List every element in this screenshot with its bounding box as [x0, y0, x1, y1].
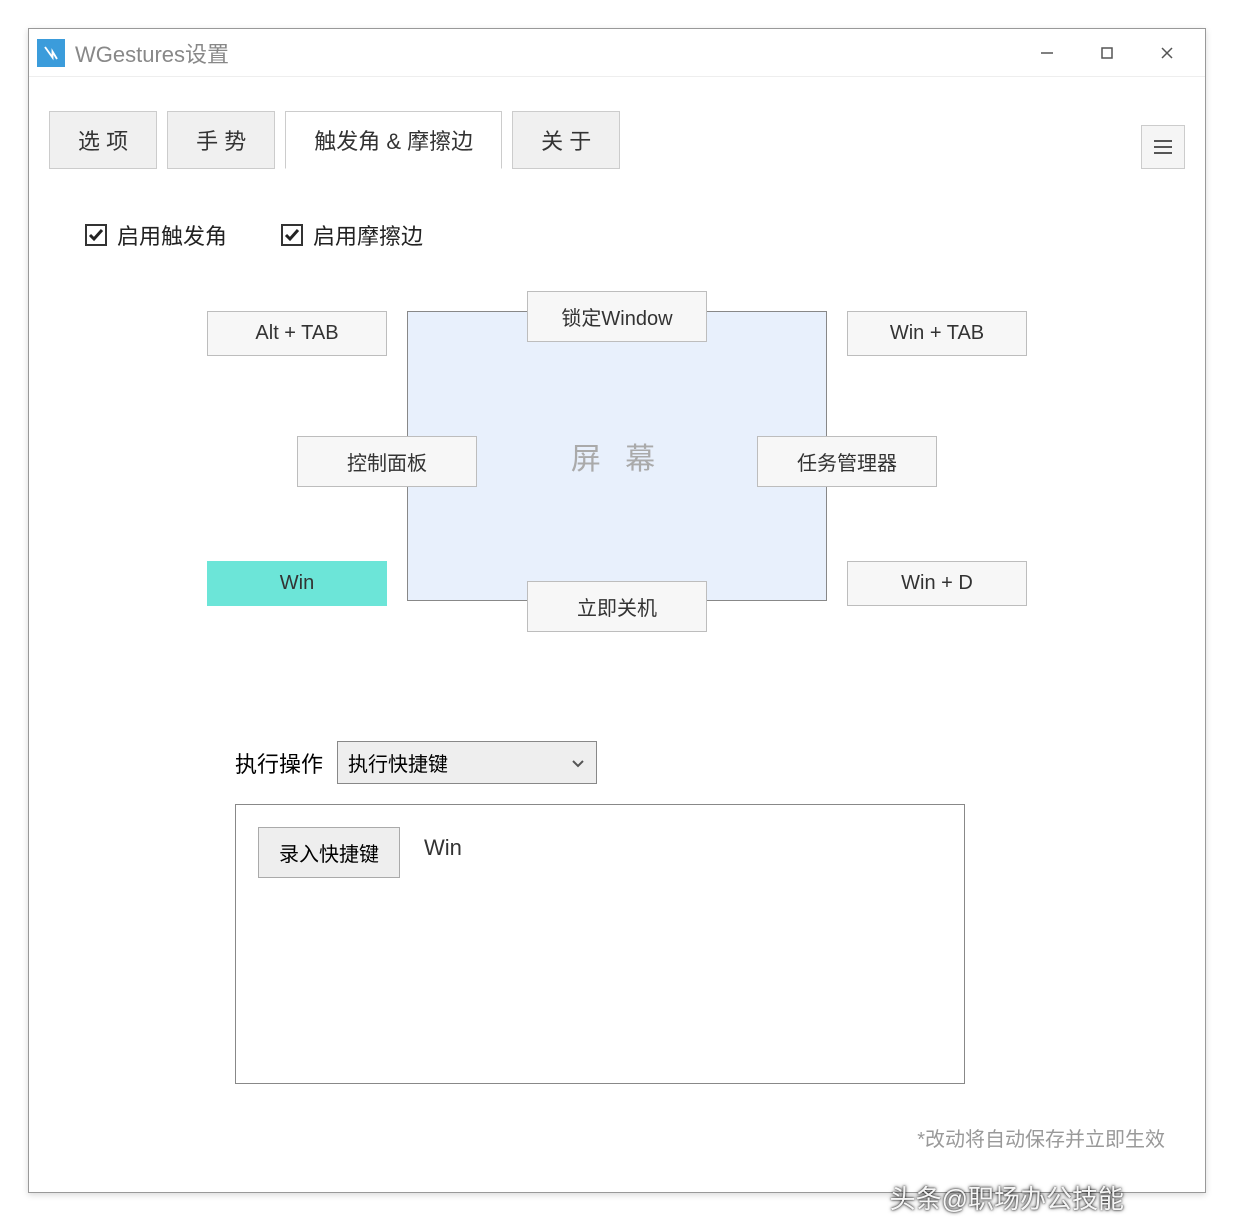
corner-top-left-button[interactable]: Alt + TAB: [207, 311, 387, 356]
operation-label: 执行操作: [235, 747, 323, 779]
tab-hotcorners[interactable]: 触发角 & 摩擦边: [285, 111, 502, 169]
operation-select-value: 执行快捷键: [348, 748, 448, 777]
tabs-row: 选 项 手 势 触发角 & 摩擦边 关 于: [29, 77, 1205, 169]
window-controls: [1017, 33, 1197, 73]
chevron-down-icon: [570, 755, 586, 771]
corner-bottom-right-button[interactable]: Win + D: [847, 561, 1027, 606]
titlebar: WGestures设置: [29, 29, 1205, 77]
tab-about[interactable]: 关 于: [512, 111, 620, 169]
operation-select[interactable]: 执行快捷键: [337, 741, 597, 784]
menu-button[interactable]: [1141, 125, 1185, 169]
hotkey-panel: 录入快捷键 Win: [235, 804, 965, 1084]
tab-gestures[interactable]: 手 势: [167, 111, 275, 169]
settings-window: WGestures设置 选 项 手 势 触发角 & 摩擦边 关 于: [28, 28, 1206, 1193]
window-title: WGestures设置: [75, 37, 1017, 69]
minimize-button[interactable]: [1017, 33, 1077, 73]
tab-options[interactable]: 选 项: [49, 111, 157, 169]
operation-row: 执行操作 执行快捷键: [235, 741, 1149, 784]
maximize-button[interactable]: [1077, 33, 1137, 73]
checkbox-enable-edges[interactable]: 启用摩擦边: [281, 219, 423, 251]
content-area: 选 项 手 势 触发角 & 摩擦边 关 于 启用触发角: [29, 77, 1205, 1104]
watermark-text: 头条@职场办公技能: [890, 1179, 1124, 1216]
app-icon: [37, 39, 65, 67]
edge-right-button[interactable]: 任务管理器: [757, 436, 937, 487]
checkbox-row: 启用触发角 启用摩擦边: [85, 219, 1149, 251]
hotkey-display: Win: [424, 827, 462, 861]
checkbox-label: 启用触发角: [117, 219, 227, 251]
record-hotkey-button[interactable]: 录入快捷键: [258, 827, 400, 878]
checkbox-enable-corners[interactable]: 启用触发角: [85, 219, 227, 251]
corner-top-right-button[interactable]: Win + TAB: [847, 311, 1027, 356]
edge-top-button[interactable]: 锁定Window: [527, 291, 707, 342]
checkbox-label: 启用摩擦边: [313, 219, 423, 251]
close-button[interactable]: [1137, 33, 1197, 73]
corner-bottom-left-button[interactable]: Win: [207, 561, 387, 606]
screen-grid: 屏 幕 Alt + TAB 锁定Window Win + TAB 控制面板 任务…: [147, 301, 1087, 661]
edge-bottom-button[interactable]: 立即关机: [527, 581, 707, 632]
check-icon: [281, 224, 303, 246]
check-icon: [85, 224, 107, 246]
footnote-text: *改动将自动保存并立即生效: [917, 1123, 1165, 1152]
edge-left-button[interactable]: 控制面板: [297, 436, 477, 487]
tab-content: 启用触发角 启用摩擦边 屏 幕 Alt + TAB 锁定Window Win +…: [29, 169, 1205, 1104]
